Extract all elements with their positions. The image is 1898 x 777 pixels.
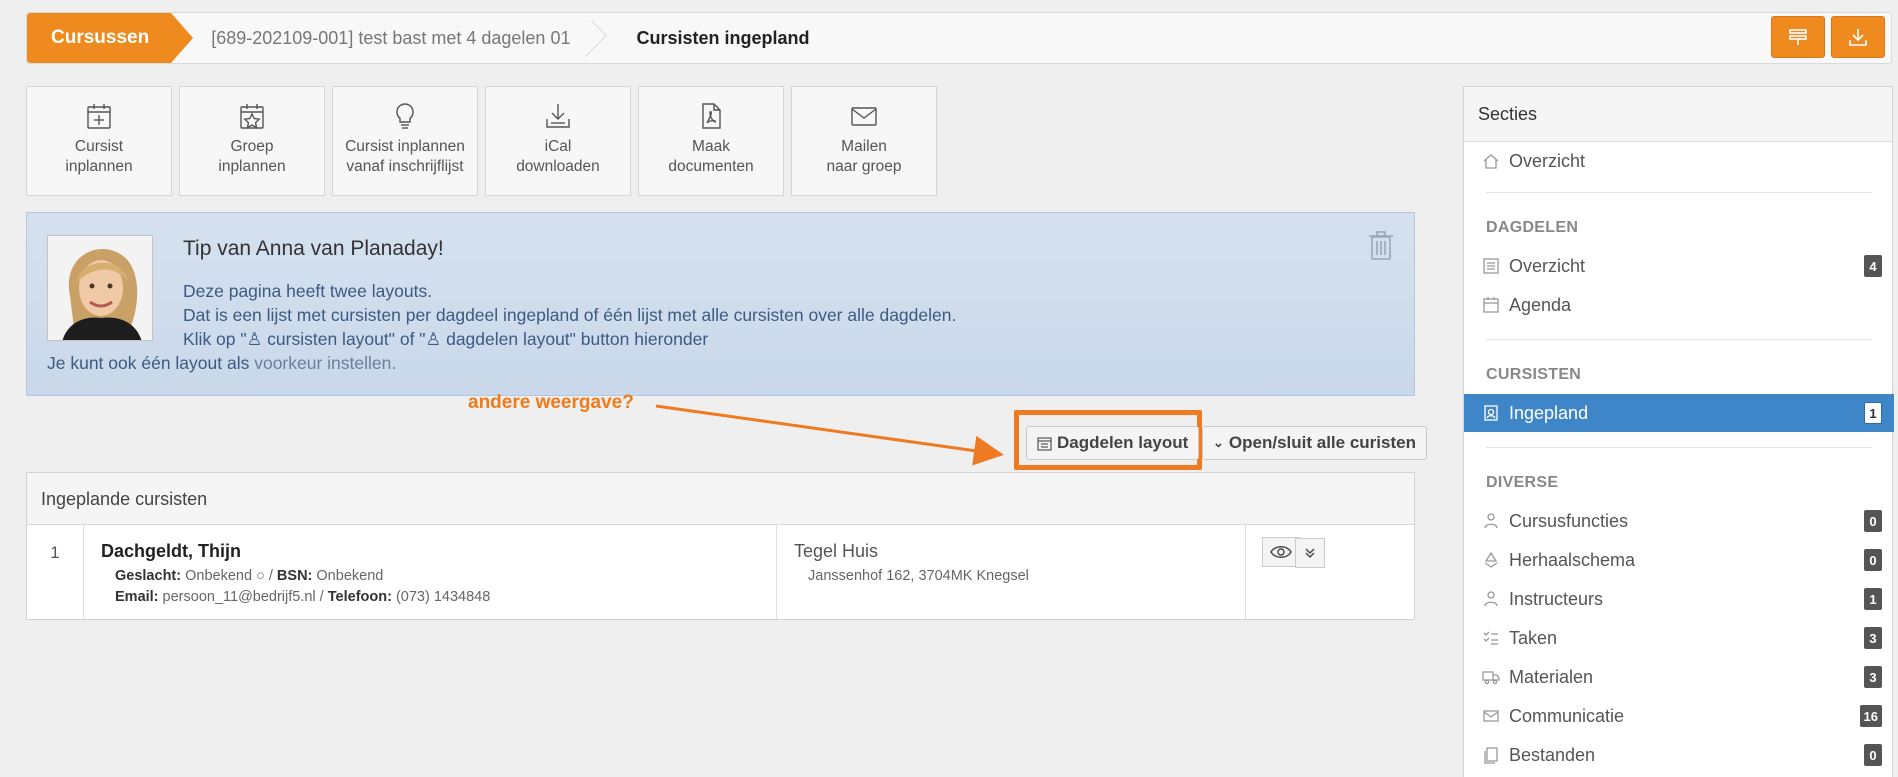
id-card-icon: [1484, 405, 1498, 421]
recycle-icon: [1484, 551, 1498, 568]
chevron-down-icon: [1305, 548, 1315, 558]
calendar-icon: [1483, 297, 1499, 313]
dagdelen-layout-button[interactable]: Dagdelen layout: [1026, 426, 1200, 460]
calendar-icon: [1037, 436, 1052, 451]
sidebar-item-cursusfuncties[interactable]: Cursusfuncties 0: [1464, 502, 1894, 540]
home-icon: [1483, 154, 1499, 169]
company-address: Janssenhof 162, 3704MK Knegsel: [808, 568, 1029, 584]
truck-icon: [1482, 671, 1500, 685]
sections-sidebar: Secties Overzicht DAGDELEN Overzicht 4 A…: [1463, 86, 1894, 777]
sidebar-item-bestanden[interactable]: Bestanden 0: [1464, 736, 1894, 774]
eye-icon: [1270, 546, 1292, 558]
users-icon: [1484, 513, 1498, 529]
envelope-icon: [1483, 710, 1499, 722]
expand-button[interactable]: [1295, 538, 1325, 568]
sidebar-item-ingepland[interactable]: Ingepland 1: [1464, 394, 1894, 432]
sidebar-item-overzicht[interactable]: Overzicht: [1464, 142, 1894, 180]
sidebar-item-instructeurs[interactable]: Instructeurs 1: [1464, 580, 1894, 618]
checklist-icon: [1483, 631, 1498, 645]
sidebar-title: Secties: [1464, 87, 1892, 142]
student-email[interactable]: persoon_11@bedrijf5.nl: [163, 589, 316, 605]
chevron-down-icon: ⌄: [1213, 435, 1224, 450]
toggle-all-button[interactable]: ⌄ Open/sluit alle curisten: [1202, 426, 1427, 460]
row-number: 1: [27, 525, 84, 619]
section-diverse: DIVERSE: [1486, 474, 1559, 491]
students-panel: Ingeplande cursisten 1 Dachgeldt, Thijn …: [26, 472, 1415, 620]
sidebar-item-materialen[interactable]: Materialen 3: [1464, 658, 1894, 696]
files-icon: [1484, 747, 1498, 764]
table-row: 1 Dachgeldt, Thijn Geslacht: Onbekend ○ …: [27, 525, 1414, 619]
sidebar-item-taken[interactable]: Taken 3: [1464, 619, 1894, 657]
section-cursisten: CURSISTEN: [1486, 366, 1582, 383]
user-icon: [1484, 591, 1498, 607]
sidebar-item-herhaalschema[interactable]: Herhaalschema 0: [1464, 541, 1894, 579]
sidebar-item-agenda[interactable]: Agenda: [1464, 286, 1894, 324]
student-name[interactable]: Dachgeldt, Thijn: [101, 541, 759, 562]
sidebar-item-communicatie[interactable]: Communicatie 16: [1464, 697, 1894, 735]
company-name[interactable]: Tegel Huis: [794, 541, 1228, 562]
list-icon: [1483, 258, 1499, 274]
sidebar-item-dagdelen-overzicht[interactable]: Overzicht 4: [1464, 247, 1894, 285]
panel-title: Ingeplande cursisten: [27, 473, 1414, 525]
section-dagdelen: DAGDELEN: [1486, 219, 1579, 236]
